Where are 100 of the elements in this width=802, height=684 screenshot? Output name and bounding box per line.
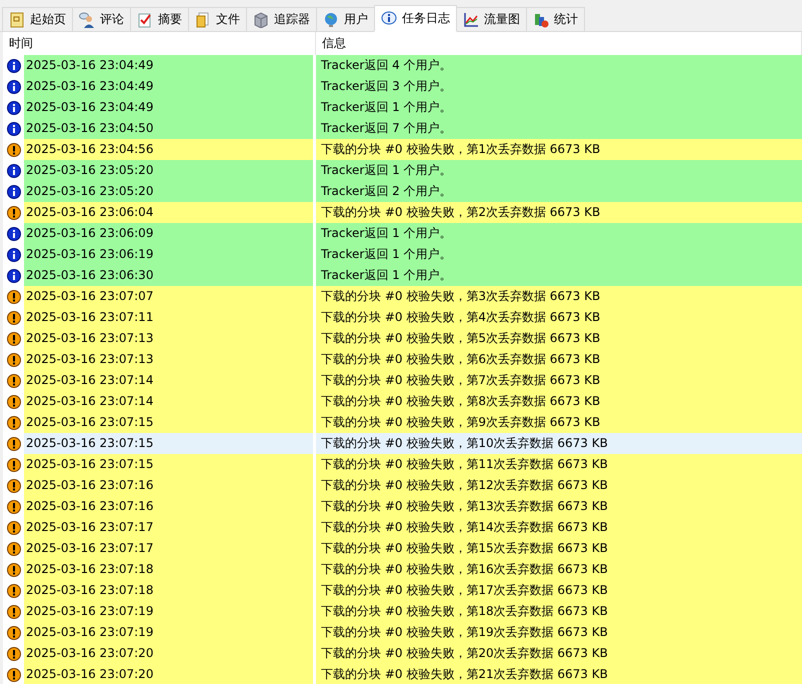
time-cell: 2025-03-16 23:05:20 (24, 160, 316, 181)
tab[interactable]: 追踪器 (246, 7, 317, 31)
message-cell: 下载的分块 #0 校验失败，第11次丢弃数据 6673 KB (316, 454, 802, 475)
warning-icon (6, 416, 20, 430)
time-cell: 2025-03-16 23:07:11 (24, 307, 316, 328)
time-cell: 2025-03-16 23:07:19 (24, 601, 316, 622)
checklist-icon (137, 12, 153, 28)
time-cell: 2025-03-16 23:04:49 (24, 97, 316, 118)
message-cell: 下载的分块 #0 校验失败，第8次丢弃数据 6673 KB (316, 391, 802, 412)
warning-icon (6, 668, 20, 682)
info-icon (6, 184, 20, 198)
warning-icon (6, 394, 20, 408)
time-cell: 2025-03-16 23:07:14 (24, 370, 316, 391)
time-cell: 2025-03-16 23:06:19 (24, 244, 316, 265)
tab[interactable]: 统计 (526, 7, 585, 31)
tab[interactable]: 任务日志 (374, 5, 457, 32)
warning-icon (6, 290, 20, 304)
warning-icon (6, 478, 20, 492)
time-cell: 2025-03-16 23:06:30 (24, 265, 316, 286)
warning-icon (6, 646, 20, 660)
message-cell: 下载的分块 #0 校验失败，第12次丢弃数据 6673 KB (316, 475, 802, 496)
warning-icon (6, 206, 20, 220)
message-cell: 下载的分块 #0 校验失败，第3次丢弃数据 6673 KB (316, 286, 802, 307)
message-cell: 下载的分块 #0 校验失败，第9次丢弃数据 6673 KB (316, 412, 802, 433)
info-icon (6, 122, 20, 136)
warning-icon (6, 374, 20, 388)
line-chart-icon (463, 12, 479, 28)
message-cell: 下载的分块 #0 校验失败，第2次丢弃数据 6673 KB (316, 202, 802, 223)
time-cell: 2025-03-16 23:07:14 (24, 391, 316, 412)
time-cell: 2025-03-16 23:07:16 (24, 496, 316, 517)
time-cell: 2025-03-16 23:04:49 (24, 55, 316, 76)
time-cell: 2025-03-16 23:07:18 (24, 580, 316, 601)
message-cell: 下载的分块 #0 校验失败，第5次丢弃数据 6673 KB (316, 328, 802, 349)
time-cell: 2025-03-16 23:07:13 (24, 328, 316, 349)
time-cell: 2025-03-16 23:04:56 (24, 139, 316, 160)
time-cell: 2025-03-16 23:07:15 (24, 412, 316, 433)
warning-icon (6, 458, 20, 472)
message-cell: 下载的分块 #0 校验失败，第16次丢弃数据 6673 KB (316, 559, 802, 580)
info-icon (6, 226, 20, 240)
message-cell: 下载的分块 #0 校验失败，第1次丢弃数据 6673 KB (316, 139, 802, 160)
time-cell: 2025-03-16 23:05:20 (24, 181, 316, 202)
time-cell: 2025-03-16 23:07:17 (24, 517, 316, 538)
warning-icon (6, 352, 20, 366)
warning-icon (6, 436, 20, 450)
message-cell: 下载的分块 #0 校验失败，第20次丢弃数据 6673 KB (316, 643, 802, 664)
time-cell: 2025-03-16 23:07:15 (24, 433, 316, 454)
time-cell: 2025-03-16 23:04:50 (24, 118, 316, 139)
time-cell: 2025-03-16 23:07:15 (24, 454, 316, 475)
message-cell: 下载的分块 #0 校验失败，第18次丢弃数据 6673 KB (316, 601, 802, 622)
globe-icon (323, 12, 339, 28)
message-cell: 下载的分块 #0 校验失败，第17次丢弃数据 6673 KB (316, 580, 802, 601)
message-cell: Tracker返回 3 个用户。 (316, 76, 802, 97)
warning-icon (6, 626, 20, 640)
stats-icon (533, 12, 549, 28)
time-cell: 2025-03-16 23:06:09 (24, 223, 316, 244)
time-cell: 2025-03-16 23:07:07 (24, 286, 316, 307)
time-cell: 2025-03-16 23:04:49 (24, 76, 316, 97)
person-icon (79, 12, 95, 28)
time-cell: 2025-03-16 23:07:20 (24, 643, 316, 664)
message-cell: 下载的分块 #0 校验失败，第15次丢弃数据 6673 KB (316, 538, 802, 559)
warning-icon (6, 332, 20, 346)
time-cell: 2025-03-16 23:07:20 (24, 664, 316, 684)
info-icon (6, 100, 20, 114)
info-icon (381, 10, 397, 26)
info-icon (6, 248, 20, 262)
page-icon (9, 12, 25, 28)
message-cell: Tracker返回 7 个用户。 (316, 118, 802, 139)
message-cell: Tracker返回 1 个用户。 (316, 160, 802, 181)
message-cell: 下载的分块 #0 校验失败，第7次丢弃数据 6673 KB (316, 370, 802, 391)
time-cell: 2025-03-16 23:07:18 (24, 559, 316, 580)
time-cell: 2025-03-16 23:07:13 (24, 349, 316, 370)
tab[interactable]: 评论 (72, 7, 131, 31)
time-cell: 2025-03-16 23:06:04 (24, 202, 316, 223)
message-cell: 下载的分块 #0 校验失败，第6次丢弃数据 6673 KB (316, 349, 802, 370)
message-cell: 下载的分块 #0 校验失败，第19次丢弃数据 6673 KB (316, 622, 802, 643)
message-cell: Tracker返回 2 个用户。 (316, 181, 802, 202)
warning-icon (6, 310, 20, 324)
warning-icon (6, 142, 20, 156)
warning-icon (6, 542, 20, 556)
message-cell: Tracker返回 1 个用户。 (316, 223, 802, 244)
message-cell: Tracker返回 1 个用户。 (316, 244, 802, 265)
time-cell: 2025-03-16 23:07:17 (24, 538, 316, 559)
warning-icon (6, 562, 20, 576)
warning-icon (6, 584, 20, 598)
warning-icon (6, 520, 20, 534)
message-cell: 下载的分块 #0 校验失败，第13次丢弃数据 6673 KB (316, 496, 802, 517)
time-cell: 2025-03-16 23:07:19 (24, 622, 316, 643)
message-cell: 下载的分块 #0 校验失败，第21次丢弃数据 6673 KB (316, 664, 802, 684)
message-cell: 下载的分块 #0 校验失败，第10次丢弃数据 6673 KB (316, 433, 802, 454)
message-cell: Tracker返回 1 个用户。 (316, 265, 802, 286)
info-icon (6, 58, 20, 72)
message-cell: 下载的分块 #0 校验失败，第14次丢弃数据 6673 KB (316, 517, 802, 538)
info-icon (6, 80, 20, 94)
time-cell: 2025-03-16 23:07:16 (24, 475, 316, 496)
message-cell: 下载的分块 #0 校验失败，第4次丢弃数据 6673 KB (316, 307, 802, 328)
info-icon (6, 164, 20, 178)
warning-icon (6, 604, 20, 618)
tab[interactable]: 起始页 (2, 7, 73, 31)
file-icon (195, 12, 211, 28)
warning-icon (6, 500, 20, 514)
